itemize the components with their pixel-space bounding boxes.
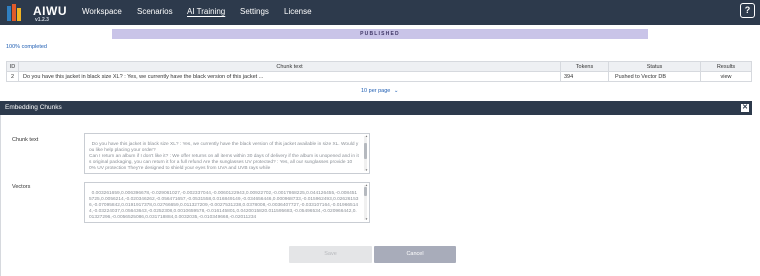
progress-text: 100% completed	[6, 44, 47, 50]
nav-workspace[interactable]: Workspace	[82, 7, 122, 16]
cancel-button[interactable]: Cancel	[374, 246, 456, 263]
status-banner: PUBLISHED	[112, 29, 648, 39]
scroll-up-icon[interactable]: ▲	[365, 184, 368, 187]
save-button[interactable]: Save	[289, 246, 372, 263]
per-page-label: 10 per page	[361, 88, 391, 94]
nav-ai-training[interactable]: AI Training	[187, 7, 225, 16]
scroll-up-icon[interactable]: ▲	[365, 135, 368, 138]
app-version: v1.2.3	[35, 17, 49, 23]
top-navigation-bar: AIWU v1.2.3 Workspace Scenarios AI Train…	[0, 0, 760, 25]
per-page-select[interactable]: 10 per page ⌄	[361, 88, 399, 94]
table-header-row: ID Chunk text Tokens Status Results	[6, 61, 752, 72]
chunk-text-scroll-thumb[interactable]	[364, 143, 367, 159]
vectors-value: 0.003261659,0.006396678,-0.029061027,-0.…	[89, 190, 359, 220]
column-header-results: Results	[700, 61, 752, 72]
close-icon[interactable]: ✕	[741, 104, 749, 112]
scroll-down-icon[interactable]: ▼	[365, 169, 368, 172]
nav-scenarios[interactable]: Scenarios	[137, 7, 173, 16]
cell-tokens: 394	[560, 71, 609, 82]
chunk-text-value: Do you have this jacket in black size XL…	[89, 141, 359, 171]
vectors-area[interactable]: 0.003261659,0.006396678,-0.029061027,-0.…	[84, 182, 370, 223]
cell-id: 2	[6, 71, 19, 82]
view-link[interactable]: view	[700, 71, 752, 82]
help-icon[interactable]: ?	[740, 3, 755, 18]
cell-status: Pushed to Vector DB	[608, 71, 701, 82]
vectors-label: Vectors	[12, 184, 31, 190]
logo-icon	[7, 4, 21, 21]
cell-chunk-text: Do you have this jacket in black size XL…	[18, 71, 561, 82]
modal-header: Embedding Chunks ✕	[0, 101, 752, 115]
chevron-down-icon: ⌄	[393, 88, 399, 94]
column-header-chunk-text: Chunk text	[18, 61, 561, 72]
chunk-text-label: Chunk text	[12, 137, 39, 143]
chunks-table: ID Chunk text Tokens Status Results 2 Do…	[6, 61, 752, 82]
table-row: 2 Do you have this jacket in black size …	[6, 71, 752, 82]
scroll-down-icon[interactable]: ▼	[365, 218, 368, 221]
column-header-status: Status	[608, 61, 701, 72]
logo-text: AIWU	[33, 4, 67, 18]
column-header-tokens: Tokens	[560, 61, 609, 72]
modal-title: Embedding Chunks	[5, 104, 62, 111]
nav-settings[interactable]: Settings	[240, 7, 269, 16]
chunk-text-area[interactable]: Do you have this jacket in black size XL…	[84, 133, 370, 174]
column-header-id: ID	[6, 61, 19, 72]
nav-license[interactable]: License	[284, 7, 312, 16]
vectors-scroll-thumb[interactable]	[364, 187, 367, 196]
